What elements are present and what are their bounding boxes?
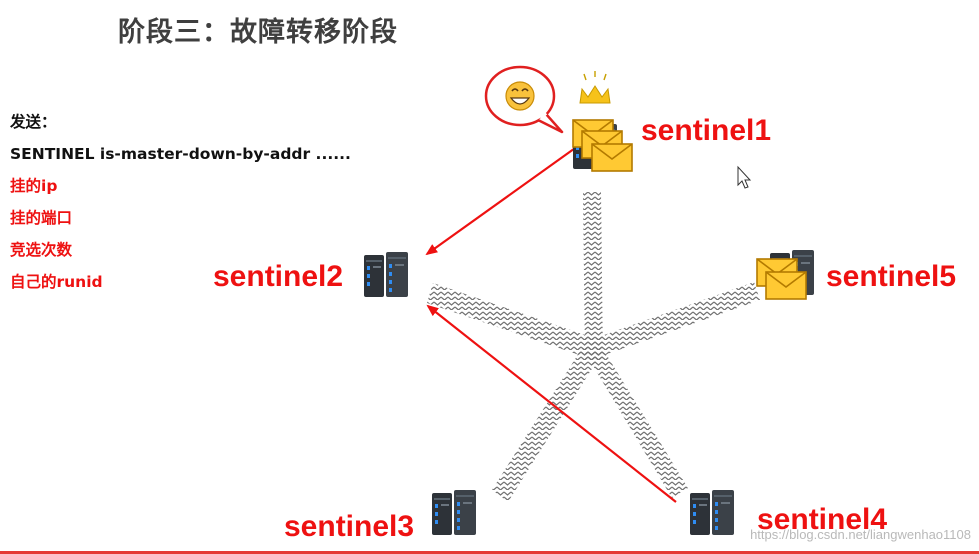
server-icon: [432, 490, 476, 535]
broadcast-paths: [427, 192, 760, 502]
sentinel5-label: sentinel5: [826, 260, 957, 293]
path-s5-hub: [590, 282, 760, 358]
sentinel3-node: [432, 490, 476, 535]
path-s1-hub: [583, 192, 603, 360]
sentinel5-node: [756, 250, 814, 300]
server-icon: [364, 252, 408, 297]
crown-icon: [579, 71, 611, 104]
sentinel1-label: sentinel1: [641, 114, 772, 147]
arrow-sentinel1-to-sentinel2: [425, 145, 579, 256]
server-icon: [690, 490, 734, 535]
smiley-icon: [505, 81, 535, 111]
sentinel1-node: [572, 119, 633, 172]
watermark: https://blog.csdn.net/liangwenhao1108: [750, 527, 971, 542]
path-s4-hub: [586, 344, 688, 498]
sentinel4-node: [690, 490, 734, 535]
mouse-cursor-icon: [737, 165, 752, 189]
path-s2-hub: [427, 283, 594, 358]
sentinel2-node: [364, 252, 408, 297]
sentinel2-label: sentinel2: [213, 260, 344, 293]
sentinel3-label: sentinel3: [284, 510, 415, 543]
